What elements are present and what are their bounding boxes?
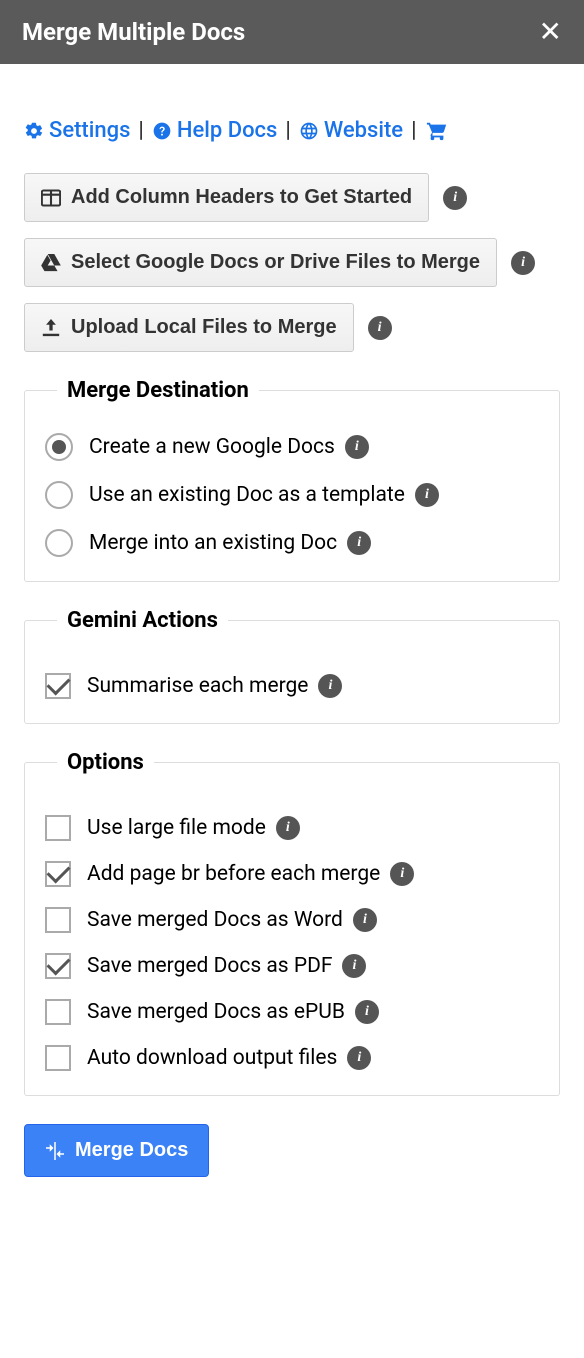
checkbox-input[interactable] [45, 1045, 71, 1071]
radio-label: Create a new Google Docs [89, 435, 335, 459]
dialog-header: Merge Multiple Docs ✕ [0, 0, 584, 64]
checkbox-summarise[interactable]: Summarise each merge i [45, 673, 539, 699]
link-divider: | [411, 118, 416, 143]
checkbox-large-file[interactable]: Use large file mode i [45, 815, 539, 841]
dialog-content: Settings | Help Docs | Website | Add Col… [0, 64, 584, 1201]
radio-input[interactable] [45, 481, 73, 509]
radio-label: Use an existing Doc as a template [89, 483, 405, 507]
add-headers-button[interactable]: Add Column Headers to Get Started [24, 173, 429, 222]
radio-merge-existing[interactable]: Merge into an existing Doc i [45, 529, 539, 557]
merge-destination-fieldset: Merge Destination Create a new Google Do… [24, 378, 560, 582]
gemini-actions-fieldset: Gemini Actions Summarise each merge i [24, 608, 560, 724]
info-icon[interactable]: i [355, 1000, 379, 1024]
radio-use-template[interactable]: Use an existing Doc as a template i [45, 481, 539, 509]
checkbox-input[interactable] [45, 673, 71, 699]
checkbox-save-word[interactable]: Save merged Docs as Word i [45, 907, 539, 933]
settings-link[interactable]: Settings [24, 118, 130, 143]
link-divider: | [138, 118, 143, 143]
link-divider: | [285, 118, 290, 143]
checkbox-page-break[interactable]: Add page br before each merge i [45, 861, 539, 887]
options-fieldset: Options Use large file mode i Add page b… [24, 750, 560, 1096]
globe-icon [299, 121, 319, 141]
drive-icon [41, 254, 61, 272]
info-icon[interactable]: i [318, 674, 342, 698]
merge-icon [45, 1142, 65, 1160]
settings-label: Settings [49, 118, 130, 143]
cart-icon [425, 120, 449, 142]
gear-icon [24, 121, 44, 141]
info-icon[interactable]: i [415, 483, 439, 507]
question-circle-icon [152, 121, 172, 141]
upload-local-button[interactable]: Upload Local Files to Merge [24, 303, 354, 352]
help-docs-label: Help Docs [177, 118, 277, 143]
checkbox-label: Auto download output files [87, 1046, 337, 1070]
help-docs-link[interactable]: Help Docs [152, 118, 277, 143]
checkbox-input[interactable] [45, 999, 71, 1025]
checkbox-save-epub[interactable]: Save merged Docs as ePUB i [45, 999, 539, 1025]
info-icon[interactable]: i [511, 251, 535, 275]
website-label: Website [324, 118, 403, 143]
gemini-actions-legend: Gemini Actions [57, 608, 228, 633]
info-icon[interactable]: i [443, 186, 467, 210]
checkbox-label: Add page br before each merge [87, 862, 380, 886]
checkbox-input[interactable] [45, 861, 71, 887]
select-docs-button[interactable]: Select Google Docs or Drive Files to Mer… [24, 238, 497, 287]
info-icon[interactable]: i [347, 531, 371, 555]
upload-local-label: Upload Local Files to Merge [71, 316, 337, 339]
info-icon[interactable]: i [347, 1046, 371, 1070]
select-docs-label: Select Google Docs or Drive Files to Mer… [71, 251, 480, 274]
checkbox-label: Use large file mode [87, 816, 266, 840]
checkbox-label: Summarise each merge [87, 674, 308, 698]
action-row-add-headers: Add Column Headers to Get Started i [24, 173, 560, 222]
checkbox-input[interactable] [45, 907, 71, 933]
merge-docs-label: Merge Docs [75, 1139, 188, 1162]
top-links: Settings | Help Docs | Website | [24, 118, 560, 143]
info-icon[interactable]: i [390, 862, 414, 886]
info-icon[interactable]: i [353, 908, 377, 932]
checkbox-save-pdf[interactable]: Save merged Docs as PDF i [45, 953, 539, 979]
info-icon[interactable]: i [342, 954, 366, 978]
checkbox-label: Save merged Docs as Word [87, 908, 343, 932]
checkbox-label: Save merged Docs as PDF [87, 954, 332, 978]
radio-input[interactable] [45, 433, 73, 461]
info-icon[interactable]: i [345, 435, 369, 459]
columns-icon [41, 189, 61, 207]
action-row-select-docs: Select Google Docs or Drive Files to Mer… [24, 238, 560, 287]
store-link[interactable] [425, 120, 449, 142]
info-icon[interactable]: i [276, 816, 300, 840]
checkbox-auto-download[interactable]: Auto download output files i [45, 1045, 539, 1071]
info-icon[interactable]: i [368, 316, 392, 340]
radio-input[interactable] [45, 529, 73, 557]
checkbox-input[interactable] [45, 815, 71, 841]
dialog-title: Merge Multiple Docs [22, 18, 245, 46]
add-headers-label: Add Column Headers to Get Started [71, 186, 412, 209]
close-icon[interactable]: ✕ [539, 18, 562, 46]
checkbox-label: Save merged Docs as ePUB [87, 1000, 345, 1024]
upload-icon [41, 319, 61, 337]
checkbox-input[interactable] [45, 953, 71, 979]
radio-create-new[interactable]: Create a new Google Docs i [45, 433, 539, 461]
radio-label: Merge into an existing Doc [89, 531, 337, 555]
website-link[interactable]: Website [299, 118, 403, 143]
merge-docs-button[interactable]: Merge Docs [24, 1124, 209, 1177]
merge-destination-legend: Merge Destination [57, 378, 259, 403]
options-legend: Options [57, 750, 154, 775]
action-row-upload-local: Upload Local Files to Merge i [24, 303, 560, 352]
